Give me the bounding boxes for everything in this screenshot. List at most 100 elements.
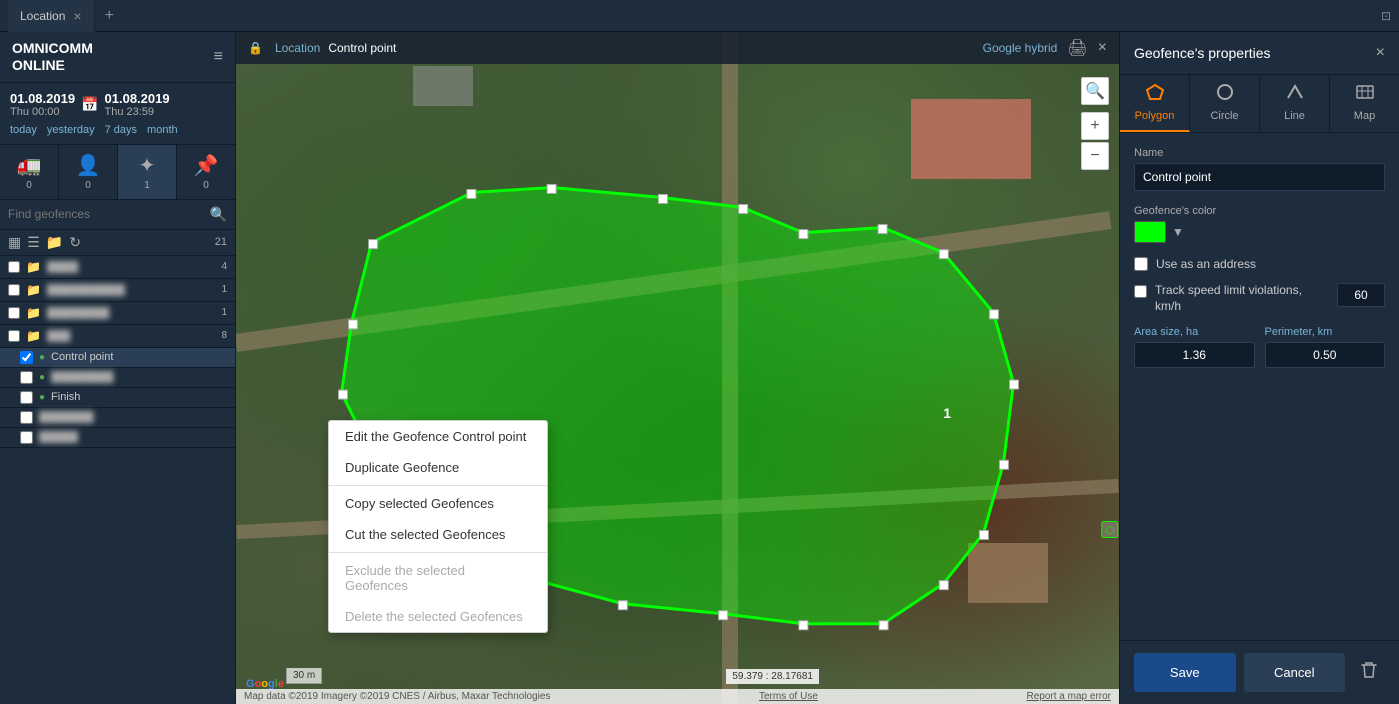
color-label: Geofence's color [1134, 205, 1385, 217]
item-name: Finish [51, 391, 227, 403]
date-nav-7days[interactable]: 7 days [105, 124, 137, 136]
zoom-out-button[interactable]: − [1081, 142, 1109, 170]
list-toolbar: ▦ ☰ 📁 ↻ 21 [0, 230, 235, 256]
tab-line[interactable]: Line [1260, 75, 1330, 132]
date-nav-month[interactable]: month [147, 124, 178, 136]
tab-map[interactable]: Map [1330, 75, 1399, 132]
date-nav-today[interactable]: today [10, 124, 37, 136]
report-link[interactable]: Report a map error [1027, 691, 1111, 702]
group-checkbox[interactable] [8, 261, 20, 273]
name-input[interactable] [1134, 163, 1385, 191]
window-controls: ⊡ [1381, 9, 1391, 23]
map-search-button[interactable]: 🔍 [1081, 77, 1109, 105]
item-name: Control point [51, 351, 227, 363]
track-speed-checkbox[interactable] [1134, 285, 1147, 298]
item-checkbox[interactable] [20, 411, 33, 424]
polygon-tab-icon [1145, 83, 1165, 106]
group-checkbox[interactable] [8, 330, 20, 342]
drivers-icon-btn[interactable]: 👤 0 [59, 145, 118, 199]
speed-limit-input[interactable] [1337, 283, 1385, 307]
delete-button[interactable] [1353, 653, 1385, 692]
calendar-icon[interactable]: 📅 [81, 96, 98, 113]
item-checkbox[interactable] [20, 431, 33, 444]
point-icon: 📌 [194, 153, 219, 178]
item-checkbox[interactable] [20, 351, 33, 364]
panel-close-icon[interactable]: × [1376, 44, 1385, 62]
line-tab-icon [1285, 83, 1305, 106]
points-icon-btn[interactable]: 📌 0 [177, 145, 235, 199]
panel-title: Geofence's properties [1134, 45, 1271, 61]
list-item[interactable]: 📁 ███ 8 [0, 325, 235, 348]
list-item[interactable]: ● Finish [0, 388, 235, 408]
item-checkbox[interactable] [20, 371, 33, 384]
location-tab[interactable]: Location × [8, 0, 95, 32]
points-count: 0 [203, 180, 209, 191]
ctx-duplicate[interactable]: Duplicate Geofence [329, 452, 547, 483]
list-item[interactable]: 📁 ████████ 1 [0, 302, 235, 325]
color-swatch[interactable] [1134, 221, 1166, 243]
tab-polygon[interactable]: Polygon [1120, 75, 1190, 132]
track-speed-section: Track speed limit violations, km/h [1134, 283, 1385, 314]
right-panel: Geofence's properties × Polygon Circle [1119, 32, 1399, 704]
folder-icon[interactable]: 📁 [46, 234, 63, 251]
list-item[interactable]: 📁 ████ 4 [0, 256, 235, 279]
group-checkbox[interactable] [8, 307, 20, 319]
ctx-cut[interactable]: Cut the selected Geofences [329, 519, 547, 550]
add-tab-button[interactable]: + [95, 7, 124, 25]
breadcrumb-control-point[interactable]: Control point [328, 41, 396, 55]
terms-link[interactable]: Terms of Use [759, 691, 818, 702]
start-time: Thu 00:00 [10, 106, 75, 118]
date-nav-yesterday[interactable]: yesterday [47, 124, 95, 136]
use-as-address-checkbox[interactable] [1134, 257, 1148, 271]
geofence-count: 21 [215, 236, 227, 248]
ctx-edit[interactable]: Edit the Geofence Control point [329, 421, 547, 452]
area-label: Area size, ha [1134, 326, 1255, 338]
map-close-icon[interactable]: × [1098, 39, 1107, 57]
trucks-icon-btn[interactable]: 🚛 0 [0, 145, 59, 199]
group-checkbox[interactable] [8, 284, 20, 296]
ctx-delete: Delete the selected Geofences [329, 601, 547, 632]
save-button[interactable]: Save [1134, 653, 1236, 692]
perimeter-input[interactable] [1265, 342, 1386, 368]
map-print-icon[interactable]: 🖨 [1067, 38, 1087, 58]
grid-icon[interactable]: ▦ [8, 234, 21, 251]
item-checkbox[interactable] [20, 391, 33, 404]
refresh-icon[interactable]: ↻ [69, 234, 81, 251]
line-tab-label: Line [1284, 110, 1305, 122]
list-item[interactable]: ███████ [0, 408, 235, 428]
list-item[interactable]: 📁 ██████████ 1 [0, 279, 235, 302]
track-speed-wrap: Track speed limit violations, km/h [1134, 283, 1385, 314]
geofences-icon-btn[interactable]: ✦ 1 [118, 145, 177, 199]
list-icon[interactable]: ☰ [27, 234, 40, 251]
search-input[interactable] [8, 207, 204, 221]
logo-area: OMNICOMM ONLINE ≡ [0, 32, 235, 83]
color-dropdown-icon[interactable]: ▼ [1172, 225, 1184, 239]
polygon-tab-label: Polygon [1135, 110, 1175, 122]
geofences-count: 1 [144, 180, 150, 191]
map-tab-label: Map [1354, 110, 1375, 122]
hamburger-menu-icon[interactable]: ≡ [214, 48, 223, 66]
item-name: ████████ [51, 371, 227, 383]
list-item[interactable]: ● ████████ [0, 368, 235, 388]
cancel-button[interactable]: Cancel [1244, 653, 1346, 692]
area-input[interactable] [1134, 342, 1255, 368]
track-speed-text: Track speed limit violations, km/h [1155, 283, 1329, 314]
tab-close-icon[interactable]: × [73, 8, 81, 24]
breadcrumb-location[interactable]: Location [275, 41, 320, 55]
list-item[interactable]: ● Control point [0, 348, 235, 368]
color-picker-row: ▼ [1134, 221, 1385, 243]
date-section: 01.08.2019 Thu 00:00 📅 01.08.2019 Thu 23… [0, 83, 235, 145]
google-hybrid-link[interactable]: Google hybrid [983, 41, 1058, 55]
item-name: █████ [39, 431, 227, 443]
end-date-box: 01.08.2019 Thu 23:59 [105, 91, 170, 118]
pin-icon: ● [39, 352, 45, 363]
map-scale: 30 m [286, 668, 322, 684]
zoom-in-button[interactable]: + [1081, 112, 1109, 140]
panel-body: Name Geofence's color ▼ Use as an addres… [1120, 133, 1399, 640]
svg-text:1: 1 [943, 405, 951, 421]
list-item[interactable]: █████ [0, 428, 235, 448]
group-count: 1 [221, 284, 227, 295]
tab-circle[interactable]: Circle [1190, 75, 1260, 132]
map-area[interactable]: 🔒 Location Control point Google hybrid 🖨… [236, 32, 1119, 704]
ctx-copy[interactable]: Copy selected Geofences [329, 488, 547, 519]
